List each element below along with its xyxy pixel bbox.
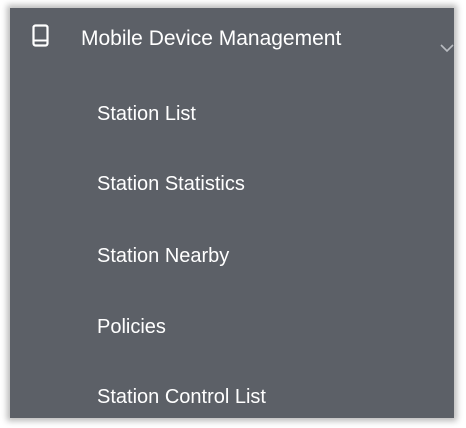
- mobile-device-icon: [32, 24, 49, 47]
- submenu-item-label: Station List: [97, 103, 196, 125]
- submenu-item-station-control-list[interactable]: Station Control List: [10, 377, 454, 417]
- submenu-item-label: Station Nearby: [97, 245, 230, 267]
- submenu-item-label: Station Statistics: [97, 173, 245, 195]
- side-menu-panel: Mobile Device Management Station List St…: [10, 8, 454, 418]
- submenu-item-station-list[interactable]: Station List: [10, 94, 454, 134]
- submenu-item-station-nearby[interactable]: Station Nearby: [10, 236, 454, 276]
- menu-item-mobile-device-management[interactable]: Mobile Device Management: [10, 8, 454, 72]
- submenu-item-policies[interactable]: Policies: [10, 307, 454, 347]
- menu-item-label: Mobile Device Management: [81, 27, 342, 50]
- chevron-down-icon[interactable]: [440, 40, 454, 53]
- submenu-item-label: Station Control List: [97, 386, 266, 408]
- submenu-item-label: Policies: [97, 316, 166, 338]
- submenu-item-station-statistics[interactable]: Station Statistics: [10, 164, 454, 204]
